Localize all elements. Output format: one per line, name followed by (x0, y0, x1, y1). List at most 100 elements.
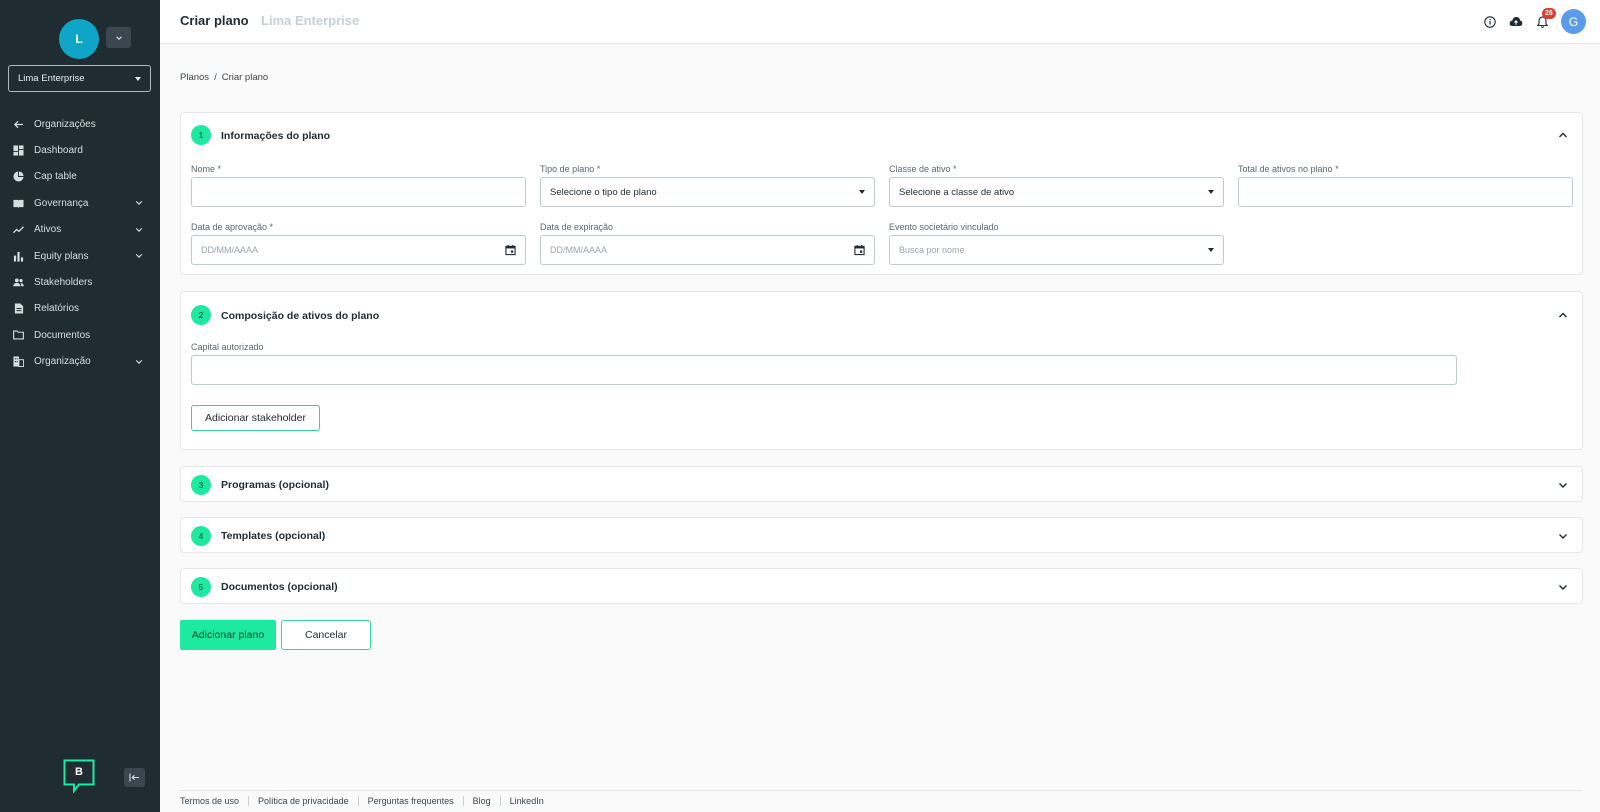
org-menu-button[interactable] (106, 27, 131, 48)
section-title: Documentos (opcional) (221, 581, 338, 593)
collapse-left-icon (129, 773, 139, 782)
add-stakeholder-button[interactable]: Adicionar stakeholder (191, 405, 320, 431)
sidebar-item-documentos[interactable]: Documentos (0, 322, 160, 348)
chevron-down-icon (115, 35, 122, 40)
cloud-upload-button[interactable] (1508, 14, 1524, 30)
org-avatar[interactable]: L (59, 19, 99, 59)
sidebar-item-governanca[interactable]: Governança (0, 190, 160, 216)
sidebar-item-dashboard[interactable]: Dashboard (0, 137, 160, 163)
sidebar: L Lima Enterprise Organizações Dashboard… (0, 0, 160, 812)
total-ativos-input[interactable] (1238, 177, 1573, 207)
building-icon (13, 356, 24, 368)
evento-societario-label: Evento societário vinculado (889, 222, 999, 232)
sidebar-item-label: Dashboard (34, 145, 83, 157)
section-plan-info: 1 Informações do plano Nome * Tipo de pl… (180, 112, 1583, 275)
chevron-down-icon[interactable] (1557, 581, 1569, 593)
footer-link-terms[interactable]: Termos de uso (180, 796, 250, 806)
sidebar-item-cap-table[interactable]: Cap table (0, 164, 160, 190)
data-expiracao-placeholder: DD/MM/AAAA (550, 245, 608, 255)
footer-link-blog[interactable]: Blog (464, 796, 501, 806)
cloud-upload-icon (1509, 17, 1523, 26)
evento-societario-placeholder: Busca por nome (899, 245, 965, 255)
step-badge: 2 (191, 305, 211, 325)
data-aprovacao-input[interactable]: DD/MM/AAAA (191, 235, 526, 265)
calendar-icon[interactable] (505, 244, 516, 256)
sidebar-item-organizacoes[interactable]: Organizações (0, 111, 160, 137)
chevron-down-icon[interactable] (1557, 479, 1569, 491)
breadcrumb-separator: / (214, 72, 217, 83)
trend-line-icon (13, 224, 24, 235)
section-programs[interactable]: 3 Programas (opcional) (180, 466, 1583, 502)
sidebar-item-label: Governança (34, 197, 89, 209)
document-icon (13, 303, 24, 314)
sidebar-item-label: Relatórios (34, 303, 80, 315)
footer-link-linkedin[interactable]: LinkedIn (501, 796, 553, 806)
chevron-up-icon[interactable] (1557, 309, 1569, 321)
user-avatar[interactable]: G (1561, 9, 1586, 34)
breadcrumb: Planos / Criar plano (180, 72, 268, 83)
breadcrumb-root-link[interactable]: Planos (180, 72, 209, 83)
page-subtitle: Lima Enterprise (261, 13, 360, 28)
top-header: Criar plano Lima Enterprise 26 G (160, 0, 1600, 44)
sidebar-item-stakeholders[interactable]: Stakeholders (0, 269, 160, 295)
sidebar-item-label: Equity plans (34, 250, 89, 262)
org-selector-label: Lima Enterprise (18, 73, 85, 84)
nome-input[interactable] (191, 177, 526, 207)
sidebar-item-label: Documentos (34, 329, 91, 341)
step-badge: 3 (191, 475, 211, 495)
step-badge: 1 (191, 125, 211, 145)
caret-down-icon (1208, 248, 1214, 252)
step-badge: 4 (191, 526, 211, 546)
info-icon (1484, 15, 1496, 28)
dashboard-icon (13, 145, 24, 156)
section-title: Informações do plano (221, 130, 331, 142)
caret-down-icon (1208, 190, 1214, 194)
notification-badge: 26 (1542, 7, 1556, 19)
sidebar-item-label: Ativos (34, 224, 62, 236)
section-title: Programas (opcional) (221, 479, 329, 491)
chevron-down-icon[interactable] (1557, 530, 1569, 542)
chevron-down-icon (135, 254, 143, 259)
calendar-icon[interactable] (854, 244, 865, 256)
capital-autorizado-input[interactable] (191, 355, 1457, 385)
sidebar-item-label: Cap table (34, 171, 77, 183)
chevron-down-icon (135, 227, 143, 232)
data-expiracao-input[interactable]: DD/MM/AAAA (540, 235, 875, 265)
org-selector[interactable]: Lima Enterprise (8, 65, 151, 92)
collapse-sidebar-button[interactable] (124, 768, 145, 787)
sidebar-nav: Organizações Dashboard Cap table Governa… (0, 111, 160, 375)
header-actions: 26 G (1472, 7, 1586, 34)
info-button[interactable] (1482, 14, 1498, 30)
classe-ativo-select[interactable]: Selecione a classe de ativo (889, 177, 1224, 207)
add-plan-button[interactable]: Adicionar plano (180, 620, 276, 650)
sidebar-item-equity-plans[interactable]: Equity plans (0, 243, 160, 269)
footer: Termos de uso Política de privacidade Pe… (180, 790, 1583, 806)
section-documents[interactable]: 5 Documentos (opcional) (180, 568, 1583, 604)
bar-chart-icon (13, 251, 24, 262)
sidebar-item-organizacao[interactable]: Organização (0, 349, 160, 375)
footer-link-privacy[interactable]: Política de privacidade (249, 796, 359, 806)
book-icon (13, 198, 24, 209)
section-templates[interactable]: 4 Templates (opcional) (180, 517, 1583, 553)
data-aprovacao-placeholder: DD/MM/AAAA (201, 245, 259, 255)
chevron-up-icon[interactable] (1557, 129, 1569, 141)
notifications-button[interactable]: 26 (1534, 7, 1556, 30)
sidebar-item-ativos[interactable]: Ativos (0, 217, 160, 243)
tipo-plano-select[interactable]: Selecione o tipo de plano (540, 177, 875, 207)
arrow-left-icon (13, 119, 24, 130)
total-ativos-label: Total de ativos no plano * (1238, 164, 1339, 174)
data-expiracao-label: Data de expiração (540, 222, 614, 232)
caret-down-icon (135, 76, 141, 81)
folder-icon (13, 330, 24, 341)
sidebar-item-relatorios[interactable]: Relatórios (0, 296, 160, 322)
brand-letter: B (75, 766, 83, 778)
footer-link-faq[interactable]: Perguntas frequentes (359, 796, 464, 806)
tipo-plano-value: Selecione o tipo de plano (550, 186, 657, 198)
section-title: Composição de ativos do plano (221, 310, 380, 322)
capital-autorizado-label: Capital autorizado (191, 342, 264, 352)
cancel-button[interactable]: Cancelar (281, 620, 371, 650)
classe-ativo-label: Classe de ativo * (889, 164, 957, 174)
page-title: Criar plano (180, 13, 249, 28)
nome-label: Nome * (191, 164, 222, 174)
evento-societario-select[interactable]: Busca por nome (889, 235, 1224, 265)
